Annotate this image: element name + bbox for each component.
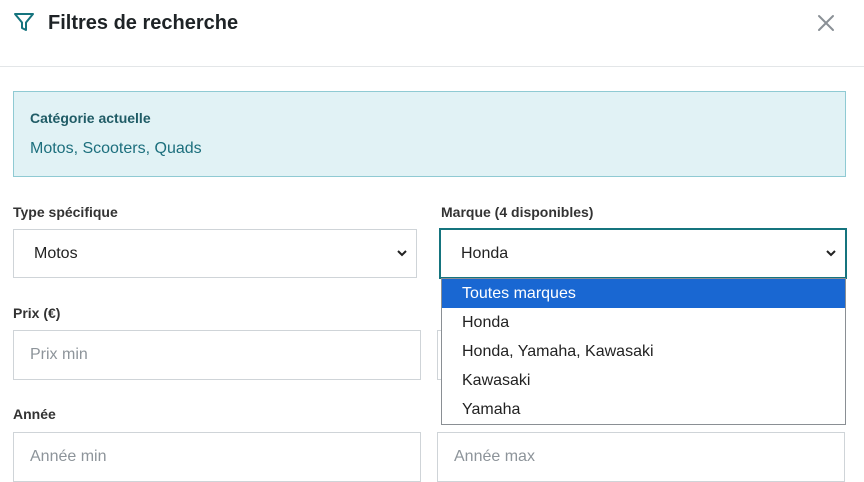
brand-option[interactable]: Kawasaki	[442, 366, 845, 395]
brand-select[interactable]: Honda	[439, 228, 847, 279]
dialog-title: Filtres de recherche	[48, 12, 239, 34]
brand-option[interactable]: Toutes marques	[442, 279, 845, 308]
type-select[interactable]: Motos	[13, 229, 417, 278]
brand-field-label: Marque (4 disponibles)	[441, 204, 594, 220]
chevron-down-icon	[826, 250, 836, 257]
close-icon[interactable]	[815, 12, 837, 34]
filter-icon	[14, 13, 34, 31]
year-min-input[interactable]: Année min	[13, 432, 421, 482]
year-min-placeholder: Année min	[30, 448, 107, 465]
brand-option[interactable]: Yamaha	[442, 395, 845, 424]
year-max-placeholder: Année max	[454, 448, 535, 465]
year-max-input[interactable]: Année max	[437, 432, 845, 482]
brand-dropdown-list: Toutes marques Honda Honda, Yamaha, Kawa…	[441, 278, 846, 425]
price-min-placeholder: Prix min	[30, 346, 88, 363]
year-field-label: Année	[13, 406, 56, 422]
price-field-label: Prix (€)	[13, 305, 61, 321]
current-category-value: Motos, Scooters, Quads	[30, 140, 202, 157]
brand-option[interactable]: Honda	[442, 308, 845, 337]
type-select-value: Motos	[34, 244, 78, 262]
brand-option[interactable]: Honda, Yamaha, Kawasaki	[442, 337, 845, 366]
current-category-panel: Catégorie actuelle Motos, Scooters, Quad…	[13, 91, 846, 177]
type-field-label: Type spécifique	[13, 204, 118, 220]
brand-select-value: Honda	[461, 244, 509, 262]
price-min-input[interactable]: Prix min	[13, 330, 421, 380]
current-category-label: Catégorie actuelle	[30, 110, 151, 126]
chevron-down-icon	[397, 250, 407, 257]
dialog-header: Filtres de recherche	[0, 0, 864, 67]
